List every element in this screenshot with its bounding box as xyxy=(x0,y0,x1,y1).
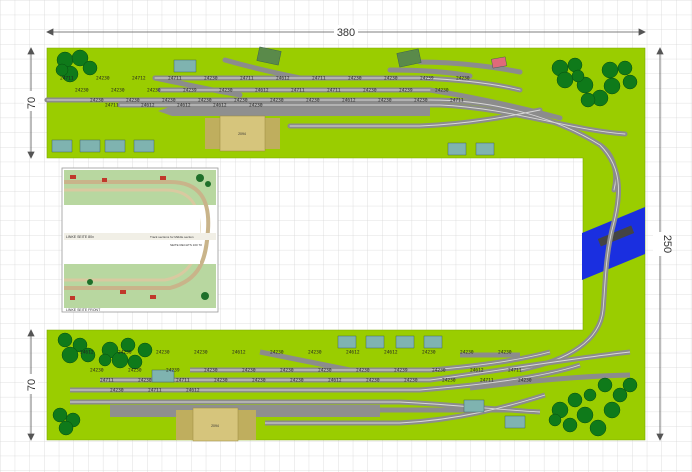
track-piece-label: 24711 xyxy=(480,378,494,384)
track-piece-label: 24230 xyxy=(460,350,474,356)
track-piece-label: 24230 xyxy=(422,350,436,356)
track-piece-label: 24711 xyxy=(508,368,522,374)
track-piece-label: 24711 xyxy=(312,76,326,82)
track-piece-label: 24230 xyxy=(204,76,218,82)
track-piece-label: 24711 xyxy=(100,378,114,384)
track-piece-label: 24711 xyxy=(176,378,190,384)
station-bottom: 2094 xyxy=(176,407,256,442)
track-piece-label: 24239 xyxy=(394,368,408,374)
track-piece-label: 24612 xyxy=(255,88,269,94)
inset-caption-mid: Track sections for Middle section xyxy=(150,235,194,239)
track-piece-label: 24230 xyxy=(308,350,322,356)
station-bottom-label: 2094 xyxy=(211,424,219,428)
track-piece-label: 24230 xyxy=(384,76,398,82)
track-piece-label: 24230 xyxy=(404,378,418,384)
station-top-label: 2094 xyxy=(238,132,246,136)
height-dimension-label: 250 xyxy=(661,235,673,253)
track-piece-label: 24612 xyxy=(384,350,398,356)
track-piece-label: 24612 xyxy=(177,103,191,109)
track-piece-label: 24230 xyxy=(147,88,161,94)
track-piece-label: 24230 xyxy=(378,98,392,104)
track-piece-label: 24230 xyxy=(204,368,218,374)
inset-caption-top: LINKE SEITE 80x xyxy=(66,235,94,239)
track-piece-label: 24230 xyxy=(111,88,125,94)
track-piece-label: 24230 xyxy=(96,76,110,82)
track-piece-label: 24230 xyxy=(249,103,263,109)
track-piece-label: 24711 xyxy=(168,76,182,82)
track-piece-label: 24230 xyxy=(90,98,104,104)
width-dimension-label: 380 xyxy=(337,27,355,39)
track-piece-label: 24612 xyxy=(80,350,94,356)
track-piece-label: 24230 xyxy=(442,378,456,384)
track-piece-label: 24612 xyxy=(276,76,290,82)
track-piece-label: 24230 xyxy=(318,368,332,374)
track-piece-label: 24230 xyxy=(432,368,446,374)
track-piece-label: 24230 xyxy=(118,350,132,356)
station-top: 2094 xyxy=(205,115,280,152)
track-piece-label: 24711 xyxy=(240,76,254,82)
track-piece-label: 24711 xyxy=(291,88,305,94)
track-piece-label: 24230 xyxy=(128,368,142,374)
track-piece-label: 24230 xyxy=(518,378,532,384)
track-piece-label: 24230 xyxy=(242,368,256,374)
track-piece-label: 24239 xyxy=(166,368,180,374)
track-piece-label: 24230 xyxy=(126,98,140,104)
track-piece-label: 24230 xyxy=(306,98,320,104)
track-piece-label: 24230 xyxy=(198,98,212,104)
left-bottom-dimension-label: 70 xyxy=(26,379,38,391)
track-layout-diagram: 380 250 70 70 2094 2094 24711 24230 2471… xyxy=(0,0,692,472)
inset-overview: LINKE SEITE 80x Track sections for Middl… xyxy=(61,167,219,313)
track-piece-label: 24612 xyxy=(346,350,360,356)
track-piece-label: 24612 xyxy=(342,98,356,104)
track-piece-label: 24230 xyxy=(348,76,362,82)
track-piece-label: 24230 xyxy=(138,378,152,384)
track-piece-label: 24230 xyxy=(270,350,284,356)
track-piece-label: 24239 xyxy=(399,88,413,94)
track-piece-label: 24612 xyxy=(213,103,227,109)
track-piece-label: 24230 xyxy=(110,388,124,394)
track-piece-label: 24230 xyxy=(363,88,377,94)
track-piece-label: 24230 xyxy=(214,378,228,384)
track-piece-label: 24239 xyxy=(183,88,197,94)
track-piece-label: 24230 xyxy=(156,350,170,356)
inset-caption-bottom: LINKE SEITE FRONT xyxy=(66,308,101,312)
track-piece-label: 24230 xyxy=(290,378,304,384)
track-piece-label: 24612 xyxy=(328,378,342,384)
track-piece-label: 24230 xyxy=(356,368,370,374)
track-piece-label: 24230 xyxy=(252,378,266,384)
track-piece-label: 24230 xyxy=(90,368,104,374)
track-piece-label: 24230 xyxy=(75,88,89,94)
track-piece-label: 24239 xyxy=(420,76,434,82)
inset-caption-right: SEITE RECHTS 100 70 xyxy=(170,243,202,247)
track-piece-label: 24230 xyxy=(456,76,470,82)
track-piece-label: 24230 xyxy=(234,98,248,104)
track-piece-label: 24712 xyxy=(132,76,146,82)
track-piece-label: 24711 xyxy=(60,76,74,82)
track-piece-label: 24230 xyxy=(366,378,380,384)
track-piece-label: 24230 xyxy=(435,88,449,94)
track-piece-label: 24612 xyxy=(232,350,246,356)
left-top-dimension-label: 70 xyxy=(26,97,38,109)
track-piece-label: 24711 xyxy=(148,388,162,394)
track-piece-label: 24230 xyxy=(498,350,512,356)
track-piece-label: 24711 xyxy=(105,103,119,109)
track-piece-label: 24230 xyxy=(219,88,233,94)
track-piece-label: 24612 xyxy=(470,368,484,374)
track-piece-label: 24230 xyxy=(194,350,208,356)
track-piece-label: 24230 xyxy=(270,98,284,104)
track-piece-label: 24230 xyxy=(162,98,176,104)
track-piece-label: 24711 xyxy=(327,88,341,94)
track-piece-label: 24612 xyxy=(141,103,155,109)
track-piece-label: 24230 xyxy=(414,98,428,104)
track-piece-label: 24711 xyxy=(450,98,464,104)
track-piece-label: 24230 xyxy=(280,368,294,374)
track-piece-label: 24612 xyxy=(186,388,200,394)
